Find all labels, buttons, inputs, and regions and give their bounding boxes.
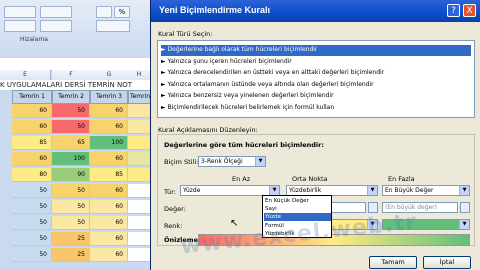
- table-cell[interactable]: 50: [52, 216, 90, 230]
- value-label: Değer:: [164, 205, 186, 213]
- table-cell[interactable]: 60: [90, 216, 128, 230]
- format-style-label: Biçim Stili:: [164, 158, 199, 166]
- table-cell[interactable]: 50: [52, 104, 90, 118]
- color-label: Renk:: [164, 222, 183, 230]
- table-cell[interactable]: 50: [12, 232, 52, 246]
- table-cell[interactable]: [128, 232, 152, 246]
- merge-button[interactable]: [40, 20, 72, 32]
- dropdown-option[interactable]: Sayı: [264, 205, 331, 213]
- table-header-cell: Temrin 3: [90, 90, 128, 104]
- chevron-down-icon: ▼: [459, 186, 469, 195]
- table-cell[interactable]: 80: [12, 168, 52, 182]
- percent-icon[interactable]: %: [114, 6, 130, 18]
- table-cell[interactable]: 60: [90, 248, 128, 262]
- cancel-button[interactable]: İptal: [423, 256, 471, 269]
- help-button[interactable]: ?: [447, 4, 460, 17]
- table-header-cell: Temrin 2: [52, 90, 90, 104]
- wrap-button[interactable]: [40, 6, 72, 18]
- table-cell[interactable]: [128, 120, 152, 134]
- rule-type-item[interactable]: ► Biçimlendirilecek hücreleri belirlemek…: [161, 103, 471, 114]
- close-button[interactable]: X: [463, 4, 476, 17]
- chevron-down-icon: ▼: [269, 186, 279, 195]
- dropdown-option[interactable]: En Küçük Değer: [264, 197, 331, 205]
- ribbon: % Hizalama: [0, 0, 150, 59]
- indent-button[interactable]: [4, 20, 36, 32]
- ok-button[interactable]: Tamam: [369, 256, 417, 269]
- dialog-titlebar[interactable]: Yeni Biçimlendirme Kuralı ? X: [151, 0, 480, 22]
- table-cell[interactable]: 60: [12, 120, 52, 134]
- table-cell[interactable]: 25: [52, 248, 90, 262]
- table-cell[interactable]: 60: [90, 232, 128, 246]
- table-cell[interactable]: [128, 184, 152, 198]
- ribbon-group-label: Hizalama: [20, 36, 48, 43]
- chevron-down-icon: ▼: [459, 220, 469, 229]
- chevron-down-icon: ▼: [367, 186, 377, 195]
- table-cell[interactable]: 100: [52, 152, 90, 166]
- table-cell[interactable]: 60: [12, 104, 52, 118]
- table-cell[interactable]: 50: [52, 184, 90, 198]
- table-cell[interactable]: 60: [90, 152, 128, 166]
- rule-type-item[interactable]: ► Yalnızca şunu içeren hücreleri biçimle…: [161, 57, 471, 68]
- rule-type-item[interactable]: ► Değerlerine bağlı olarak tüm hücreleri…: [161, 45, 471, 56]
- table-cell[interactable]: 25: [52, 232, 90, 246]
- decimal-button[interactable]: [96, 20, 130, 32]
- table-cell[interactable]: 50: [12, 200, 52, 214]
- rule-type-item[interactable]: ► Yalnızca ortalamanın üstünde veya altı…: [161, 80, 471, 91]
- table-header-cell: Temrin: [128, 90, 152, 104]
- table-cell[interactable]: [128, 216, 152, 230]
- rule-type-list[interactable]: ► Değerlerine bağlı olarak tüm hücreleri…: [157, 40, 475, 118]
- table-cell[interactable]: 50: [12, 248, 52, 262]
- rule-description-label: Kural Açıklamasını Düzenleyin:: [158, 126, 258, 134]
- max-heading: En Fazla: [388, 175, 415, 183]
- min-heading: En Az: [232, 175, 251, 183]
- table-cell[interactable]: 85: [12, 136, 52, 150]
- table-cell[interactable]: 50: [12, 184, 52, 198]
- chevron-down-icon: ▼: [255, 157, 265, 166]
- table-cell[interactable]: 50: [52, 200, 90, 214]
- format-style-select[interactable]: 3-Renk Ölçeği ▼: [198, 156, 266, 167]
- currency-button[interactable]: [96, 6, 112, 18]
- table-cell[interactable]: [128, 168, 152, 182]
- table-cell[interactable]: 60: [90, 184, 128, 198]
- table-cell[interactable]: 60: [90, 200, 128, 214]
- align-button[interactable]: [4, 6, 36, 18]
- table-cell[interactable]: 90: [52, 168, 90, 182]
- table-cell[interactable]: 50: [12, 216, 52, 230]
- table-cell[interactable]: 50: [52, 120, 90, 134]
- table-cell[interactable]: [128, 136, 152, 150]
- rule-type-item[interactable]: ► Yalnızca derecelendirilen en üstteki v…: [161, 68, 471, 79]
- max-range-select-button[interactable]: [460, 202, 470, 213]
- rule-type-item[interactable]: ► Yalnızca benzersiz veya yinelenen değe…: [161, 91, 471, 102]
- section-heading: Değerlerine göre tüm hücreleri biçimlend…: [164, 141, 324, 149]
- table-cell[interactable]: [128, 248, 152, 262]
- table-cell[interactable]: 60: [12, 152, 52, 166]
- table-header-cell: Temrin 1: [12, 90, 52, 104]
- mid-heading: Orta Nokta: [292, 175, 328, 183]
- max-type-select[interactable]: En Büyük Değer ▼: [382, 185, 470, 196]
- table-cell[interactable]: 85: [90, 168, 128, 182]
- dialog-title: Yeni Biçimlendirme Kuralı: [159, 5, 271, 15]
- rule-type-label: Kural Türü Seçin:: [158, 30, 213, 38]
- mid-range-select-button[interactable]: [368, 202, 378, 213]
- table-cell[interactable]: [128, 152, 152, 166]
- table-cell[interactable]: 60: [90, 120, 128, 134]
- table-cell[interactable]: 100: [90, 136, 128, 150]
- table-cell[interactable]: 65: [52, 136, 90, 150]
- sheet-title: K UYGULAMALARI DERSİ TEMRİN NOT: [0, 80, 150, 90]
- table-cell[interactable]: [128, 104, 152, 118]
- type-label: Tür:: [164, 188, 176, 196]
- table-cell[interactable]: 60: [90, 104, 128, 118]
- table-cell[interactable]: [128, 200, 152, 214]
